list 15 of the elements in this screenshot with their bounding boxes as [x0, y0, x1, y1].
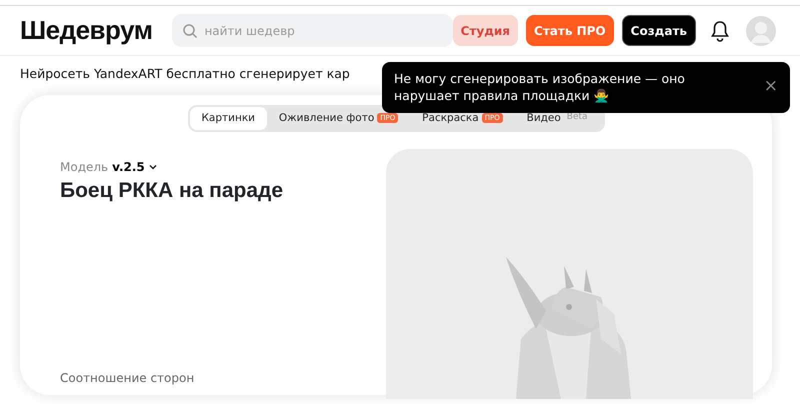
tab[interactable]: Картинки	[190, 107, 267, 130]
tab[interactable]: Видео Beta	[514, 107, 603, 130]
model-label: Модель	[60, 159, 108, 176]
close-button[interactable]: ×	[764, 76, 778, 96]
prompt-title: Боец РККА на параде	[60, 178, 284, 204]
toast-message: Не могу сгенерировать изображение — оно нарушает правила площадки 🙅‍♂	[394, 70, 686, 104]
chevron-icon	[148, 164, 157, 170]
section-label: Соотношение сторон	[60, 370, 196, 388]
model-dropdown[interactable]: v.2.5	[108, 158, 157, 176]
header-button[interactable]: Создать	[622, 15, 696, 46]
bell-icon[interactable]	[710, 20, 730, 42]
search-field[interactable]: найти шедевр	[172, 14, 453, 47]
logo[interactable]: Шедеврум	[20, 11, 152, 50]
beta-label: Beta	[566, 111, 589, 123]
tagline: Нейросеть YandexART бесплатно сгенерирует кар	[20, 65, 350, 83]
